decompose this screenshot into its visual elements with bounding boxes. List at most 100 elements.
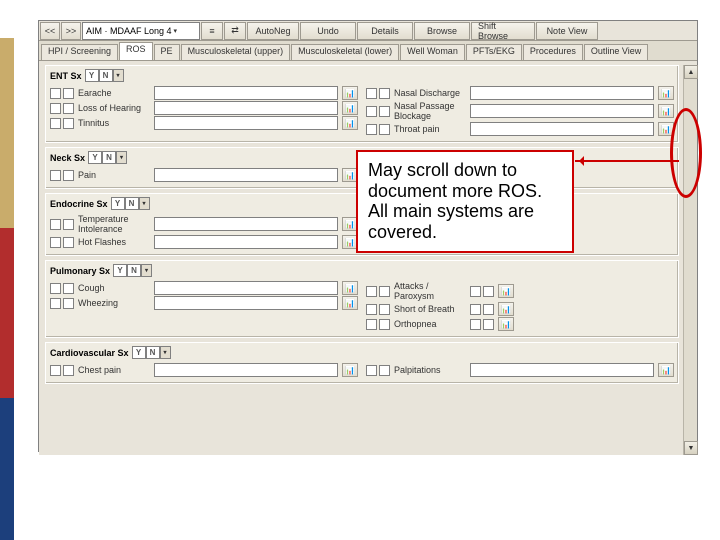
yn-header[interactable]: Y N ▾ (132, 346, 171, 359)
details-icon[interactable]: 📊 (498, 317, 514, 331)
tab-procedures[interactable]: Procedures (523, 44, 583, 60)
chevron-down-icon: ▾ (174, 27, 178, 35)
symptom-input[interactable] (154, 101, 338, 115)
slide-decor (0, 38, 14, 540)
yn-checkbox-pair[interactable] (50, 219, 74, 230)
tab-outline[interactable]: Outline View (584, 44, 648, 60)
yn-checkbox-pair[interactable] (470, 304, 494, 315)
yn-checkbox-pair[interactable] (50, 283, 74, 294)
details-icon[interactable]: 📊 (658, 104, 674, 118)
symptom-input[interactable] (154, 281, 338, 295)
symptom-row: Attacks / Paroxysm📊 (366, 281, 674, 301)
symptom-row: Earache📊 (50, 86, 358, 100)
tab-msk-lower[interactable]: Musculoskeletal (lower) (291, 44, 399, 60)
symptom-row: Nasal Discharge 📊 (366, 86, 674, 100)
symptom-input[interactable] (154, 363, 338, 377)
details-icon[interactable]: 📊 (342, 116, 358, 130)
tab-strip: HPI / Screening ROS PE Musculoskeletal (… (39, 41, 697, 61)
symptom-row: Loss of Hearing 📊 (50, 101, 358, 115)
symptom-input[interactable] (154, 86, 338, 100)
yn-checkbox-pair[interactable] (50, 237, 74, 248)
template-select[interactable]: AIM · MDAAF Long 4 ▾ (82, 22, 200, 40)
yn-checkbox-pair[interactable] (50, 88, 74, 99)
details-icon[interactable]: 📊 (498, 284, 514, 298)
symptom-label: Loss of Hearing (78, 103, 150, 113)
symptom-label: Palpitations (394, 365, 466, 375)
symptom-row: Tinnitus 📊 (50, 116, 358, 130)
yn-checkbox-pair[interactable] (366, 304, 390, 315)
tab-well-woman[interactable]: Well Woman (400, 44, 465, 60)
tab-ros[interactable]: ROS (119, 42, 153, 60)
details-icon[interactable]: 📊 (342, 86, 358, 100)
scroll-up-icon[interactable]: ▲ (684, 65, 698, 79)
symptom-input[interactable] (470, 363, 654, 377)
undo-button[interactable]: Undo (300, 22, 356, 40)
next-button[interactable]: >> (61, 22, 81, 40)
symptom-row: Orthopnea📊 (366, 317, 674, 331)
symptom-label: Wheezing (78, 298, 150, 308)
toolbar: << >> AIM · MDAAF Long 4 ▾ ≡ ⇄ AutoNeg U… (39, 21, 697, 41)
details-icon[interactable]: 📊 (658, 86, 674, 100)
yn-checkbox-pair[interactable] (50, 118, 74, 129)
symptom-input[interactable] (470, 104, 654, 118)
yn-checkbox-pair[interactable] (366, 319, 390, 330)
tab-hpi[interactable]: HPI / Screening (41, 44, 118, 60)
yn-header[interactable]: Y N ▾ (88, 151, 127, 164)
yn-checkbox-pair[interactable] (50, 103, 74, 114)
yn-checkbox-pair[interactable] (470, 286, 494, 297)
yn-checkbox-pair[interactable] (366, 286, 390, 297)
details-icon[interactable]: 📊 (342, 296, 358, 310)
symptom-label: Hot Flashes (78, 237, 150, 247)
tab-msk-upper[interactable]: Musculoskeletal (upper) (181, 44, 291, 60)
details-icon[interactable]: 📊 (342, 363, 358, 377)
yn-checkbox-pair[interactable] (366, 124, 390, 135)
symptom-input[interactable] (470, 122, 654, 136)
yn-checkbox-pair[interactable] (366, 88, 390, 99)
yn-checkbox-pair[interactable] (366, 365, 390, 376)
section-title: Neck Sx (50, 153, 85, 163)
symptom-input[interactable] (154, 296, 338, 310)
symptom-input[interactable] (154, 217, 338, 231)
symptom-label: Chest pain (78, 365, 150, 375)
toolbar-icon-1[interactable]: ≡ (201, 22, 223, 40)
prev-button[interactable]: << (40, 22, 60, 40)
annotation-arrow (575, 160, 679, 162)
main-panel: ENT Sx Y N ▾ Earache📊Loss of Hearing📊Tin… (39, 65, 697, 455)
details-icon[interactable]: 📊 (498, 302, 514, 316)
yn-header[interactable]: Y N ▾ (113, 264, 152, 277)
symptom-label: Nasal Discharge (394, 88, 466, 98)
details-icon[interactable]: 📊 (342, 281, 358, 295)
symptom-input[interactable] (154, 168, 338, 182)
template-name: AIM · MDAAF Long 4 (86, 26, 172, 36)
symptom-label: Tinnitus (78, 118, 150, 128)
symptom-input[interactable] (154, 235, 338, 249)
section-title: Pulmonary Sx (50, 266, 110, 276)
browse-button[interactable]: Browse (414, 22, 470, 40)
yn-checkbox-pair[interactable] (470, 319, 494, 330)
yn-checkbox-pair[interactable] (50, 298, 74, 309)
tab-pft-ekg[interactable]: PFTs/EKG (466, 44, 522, 60)
symptom-row: Chest pain 📊 (50, 363, 358, 377)
symptom-input[interactable] (470, 86, 654, 100)
symptom-input[interactable] (154, 116, 338, 130)
symptom-label: Nasal Passage Blockage (394, 101, 466, 121)
yn-checkbox-pair[interactable] (366, 106, 390, 117)
details-button[interactable]: Details (357, 22, 413, 40)
yn-header[interactable]: Y N ▾ (111, 197, 150, 210)
autoneg-button[interactable]: AutoNeg (247, 22, 299, 40)
details-icon[interactable]: 📊 (342, 101, 358, 115)
symptom-label: Cough (78, 283, 150, 293)
note-view-button[interactable]: Note View (536, 22, 598, 40)
section-cardio: Cardiovascular Sx Y N ▾ Chest pain📊Palpi… (45, 342, 679, 384)
symptom-row: Nasal Passage Blockage 📊 (366, 101, 674, 121)
scroll-down-icon[interactable]: ▼ (684, 441, 698, 455)
details-icon[interactable]: 📊 (658, 363, 674, 377)
tab-pe[interactable]: PE (154, 44, 180, 60)
shift-browse-button[interactable]: Shift Browse (471, 22, 535, 40)
symptom-label: Temperature Intolerance (78, 214, 150, 234)
toolbar-icon-2[interactable]: ⇄ (224, 22, 246, 40)
yn-checkbox-pair[interactable] (50, 170, 74, 181)
annotation-circle (670, 108, 702, 198)
yn-header[interactable]: Y N ▾ (85, 69, 124, 82)
yn-checkbox-pair[interactable] (50, 365, 74, 376)
